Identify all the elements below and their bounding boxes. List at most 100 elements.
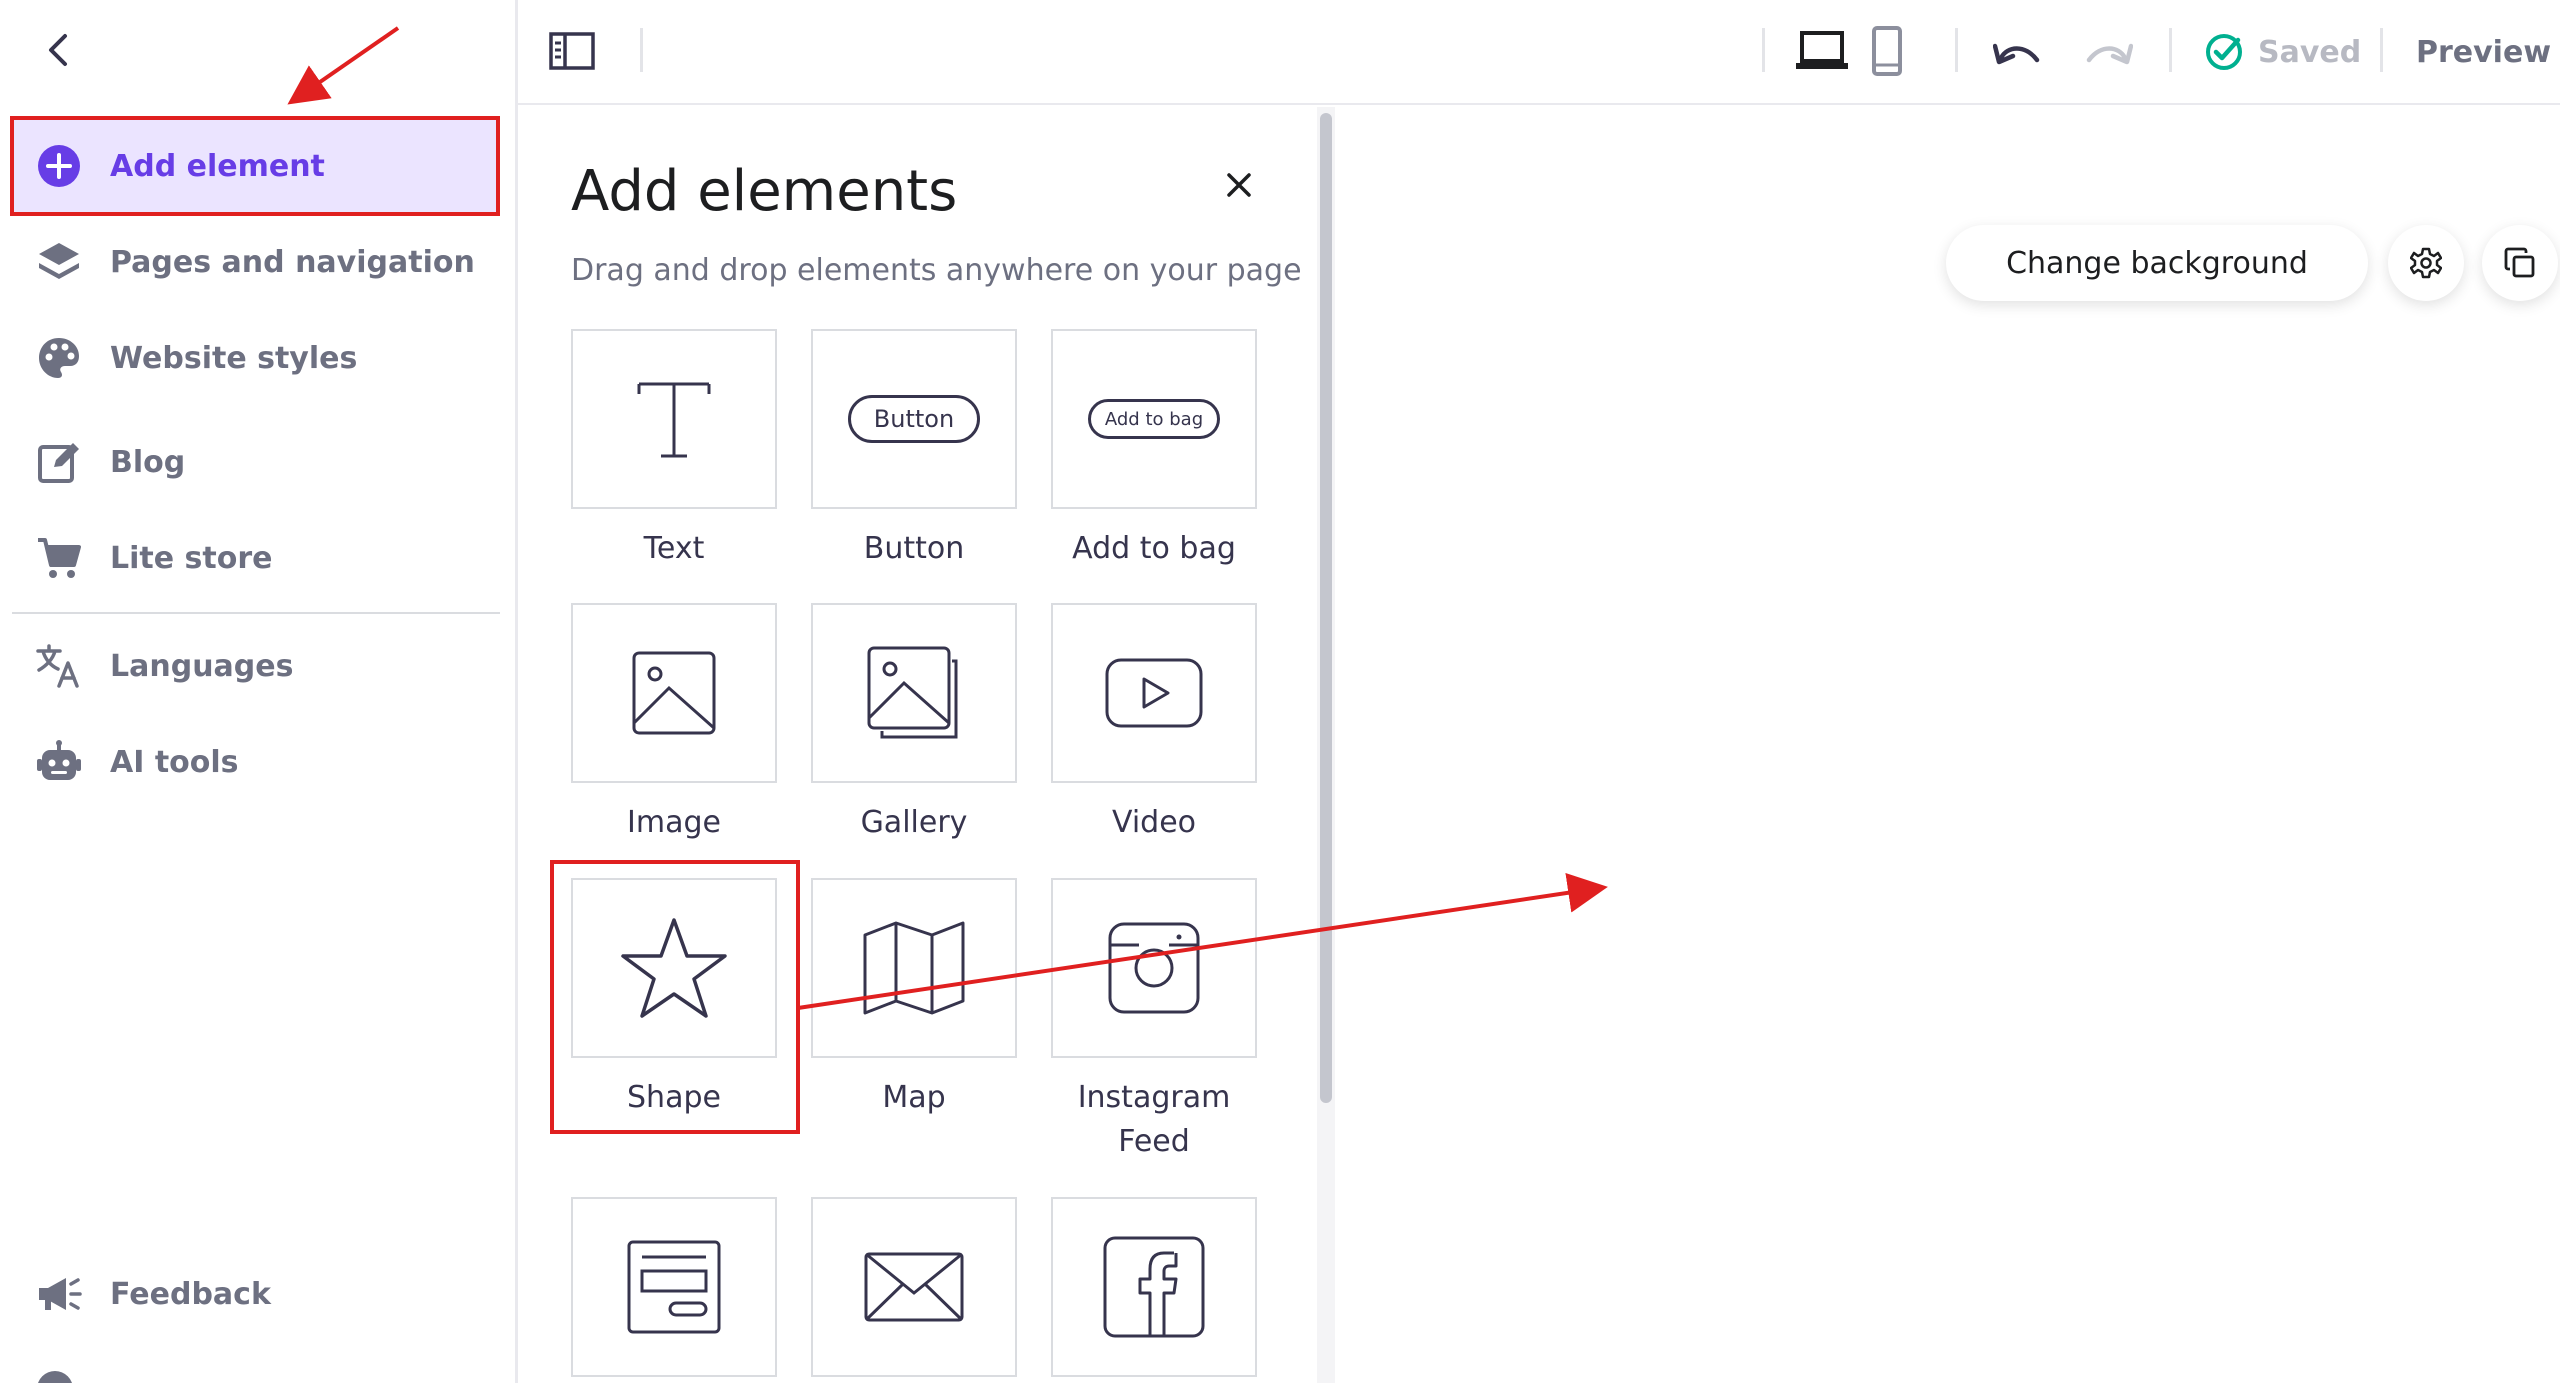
button-icon: Button bbox=[848, 395, 980, 443]
sidebar-item-label: Languages bbox=[110, 648, 294, 684]
edit-icon bbox=[32, 435, 86, 489]
element-tile-email[interactable] bbox=[811, 1197, 1017, 1377]
tile-label: Map bbox=[882, 1080, 946, 1115]
saved-status: Saved bbox=[2204, 24, 2361, 80]
element-tile-gallery[interactable]: Gallery bbox=[811, 603, 1017, 845]
gear-icon bbox=[38, 1371, 72, 1383]
text-icon bbox=[637, 382, 711, 458]
sidebar-item-label: Add element bbox=[110, 148, 325, 184]
close-icon bbox=[1227, 173, 1251, 197]
page-canvas[interactable] bbox=[1336, 107, 2560, 1383]
plus-circle-icon bbox=[32, 139, 86, 193]
tile-label: Video bbox=[1111, 805, 1197, 840]
mobile-view-button[interactable] bbox=[1866, 20, 1908, 82]
mobile-icon bbox=[1872, 26, 1902, 76]
tile-preview bbox=[811, 878, 1017, 1058]
sidebar-divider bbox=[12, 612, 500, 614]
tile-label: Shape bbox=[627, 1080, 721, 1115]
tile-preview bbox=[571, 329, 777, 509]
sidebar-item-partial[interactable] bbox=[32, 1366, 492, 1383]
element-tile-text[interactable]: Text bbox=[571, 329, 777, 571]
sidebar-item-add-element[interactable]: Add element bbox=[12, 118, 500, 214]
tile-preview bbox=[571, 878, 777, 1058]
toggle-sidebar-button[interactable] bbox=[544, 26, 600, 76]
back-button[interactable] bbox=[34, 26, 82, 74]
facebook-icon bbox=[1103, 1236, 1205, 1338]
close-panel-button[interactable] bbox=[1211, 157, 1267, 213]
left-sidebar: Add element Pages and navigation Website… bbox=[0, 0, 518, 1383]
tile-label: Button bbox=[863, 531, 965, 566]
element-tile-map[interactable]: Map bbox=[811, 878, 1017, 1120]
element-tile-instagram-feed[interactable]: Instagram Feed bbox=[1051, 878, 1257, 1164]
sidebar-item-label: Blog bbox=[110, 444, 186, 480]
tile-label: Image bbox=[627, 805, 721, 840]
sidebar-item-label: AI tools bbox=[110, 744, 239, 780]
translate-icon bbox=[32, 639, 86, 693]
form-icon bbox=[627, 1240, 721, 1334]
tile-preview bbox=[571, 1197, 777, 1377]
tile-label: Instagram Feed bbox=[1077, 1080, 1231, 1159]
map-icon bbox=[863, 921, 965, 1015]
tile-label: Add to bag bbox=[1072, 531, 1236, 566]
gallery-icon bbox=[867, 646, 958, 739]
image-icon bbox=[632, 651, 716, 735]
redo-button[interactable] bbox=[2078, 24, 2138, 80]
preview-button[interactable]: Preview bbox=[2416, 24, 2551, 80]
sidebar-item-website-styles[interactable]: Website styles bbox=[12, 310, 500, 406]
palette-icon bbox=[32, 331, 86, 385]
element-tile-facebook[interactable] bbox=[1051, 1197, 1257, 1377]
sidebar-item-lite-store[interactable]: Lite store bbox=[12, 510, 500, 606]
panel-title: Add elements bbox=[571, 159, 958, 224]
chevron-left-icon bbox=[49, 34, 67, 66]
add-to-bag-icon: Add to bag bbox=[1088, 399, 1220, 439]
megaphone-icon bbox=[32, 1267, 86, 1321]
tile-preview: Add to bag bbox=[1051, 329, 1257, 509]
element-tile-image[interactable]: Image bbox=[571, 603, 777, 845]
copy-icon bbox=[2504, 247, 2535, 278]
element-tile-button[interactable]: Button Button bbox=[811, 329, 1017, 571]
add-elements-panel: Add elements Drag and drop elements anyw… bbox=[521, 107, 1335, 1383]
duplicate-section-button[interactable] bbox=[2482, 225, 2558, 301]
laptop-icon bbox=[1796, 31, 1848, 69]
sidebar-item-languages[interactable]: Languages bbox=[12, 618, 500, 714]
tile-preview bbox=[1051, 1197, 1257, 1377]
add-to-bag-preview-text: Add to bag bbox=[1104, 408, 1204, 430]
tile-preview bbox=[1051, 603, 1257, 783]
element-tile-add-to-bag[interactable]: Add to bag Add to bag bbox=[1051, 329, 1257, 571]
envelope-icon bbox=[864, 1252, 964, 1322]
redo-icon bbox=[2086, 43, 2133, 65]
tile-preview bbox=[811, 1197, 1017, 1377]
tile-preview bbox=[811, 603, 1017, 783]
element-tile-form[interactable] bbox=[571, 1197, 777, 1377]
gear-icon bbox=[2410, 247, 2442, 279]
desktop-view-button[interactable] bbox=[1790, 22, 1854, 80]
toolbar-divider bbox=[1955, 28, 1958, 72]
sidebar-item-label: Pages and navigation bbox=[110, 244, 475, 280]
sidebar-item-pages-and-navigation[interactable]: Pages and navigation bbox=[12, 214, 500, 310]
section-settings-button[interactable] bbox=[2388, 225, 2464, 301]
saved-label: Saved bbox=[2258, 34, 2362, 70]
toolbar-divider bbox=[640, 28, 643, 72]
top-toolbar: Saved Preview bbox=[518, 0, 2560, 105]
panel-scrollbar[interactable] bbox=[1317, 107, 1335, 1383]
panel-scrollbar-thumb[interactable] bbox=[1320, 113, 1332, 1103]
check-circle-icon bbox=[2206, 34, 2242, 70]
tile-preview bbox=[571, 603, 777, 783]
sidebar-item-ai-tools[interactable]: AI tools bbox=[12, 714, 500, 810]
tile-preview: Button bbox=[811, 329, 1017, 509]
robot-icon bbox=[32, 735, 86, 789]
tile-preview bbox=[1051, 878, 1257, 1058]
layers-icon bbox=[32, 235, 86, 289]
tile-label: Gallery bbox=[860, 805, 968, 840]
sidebar-item-blog[interactable]: Blog bbox=[12, 414, 500, 510]
instagram-icon bbox=[1108, 922, 1200, 1014]
sidebar-item-feedback[interactable]: Feedback bbox=[12, 1246, 500, 1342]
sidebar-layout-icon bbox=[549, 32, 595, 70]
undo-button[interactable] bbox=[1988, 24, 2048, 80]
cart-icon bbox=[32, 531, 86, 585]
element-tile-shape[interactable]: Shape bbox=[571, 878, 777, 1120]
element-tile-video[interactable]: Video bbox=[1051, 603, 1257, 845]
toolbar-divider bbox=[2169, 28, 2172, 72]
tile-label: Text bbox=[643, 531, 705, 566]
change-background-button[interactable]: Change background bbox=[1946, 225, 2368, 301]
